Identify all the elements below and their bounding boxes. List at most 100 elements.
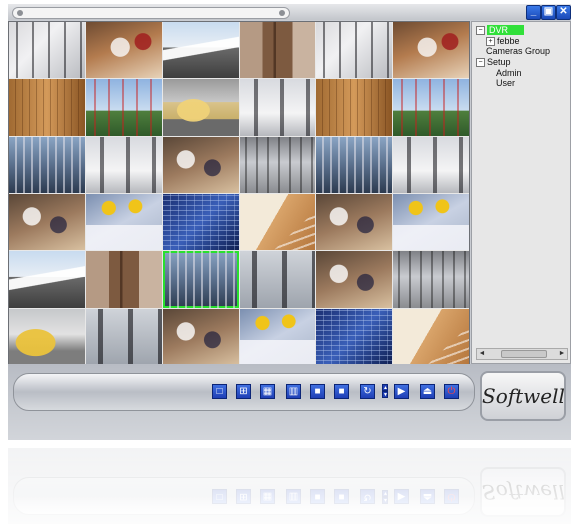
tree-item-cameras-group[interactable]: Cameras Group <box>486 46 550 56</box>
camera-tile[interactable] <box>393 193 469 251</box>
camera-tile[interactable] <box>85 136 162 193</box>
camera-feed-image <box>85 136 162 193</box>
camera-tile[interactable] <box>239 251 316 308</box>
control-toolbar: ▲ ▼ □ ⊞ ▦ ▥ ■ ■ ↻ ▶ ⏏ ⏻ <box>13 373 475 411</box>
camera-tile[interactable] <box>239 22 316 79</box>
camera-tile[interactable] <box>393 22 469 79</box>
camera-tile[interactable] <box>316 79 393 136</box>
camera-tile[interactable] <box>162 308 239 365</box>
tree-item-admin[interactable]: Admin <box>496 68 522 78</box>
camera-tile[interactable] <box>316 251 393 308</box>
camera-tile[interactable] <box>239 79 316 136</box>
camera-feed-image <box>316 308 393 365</box>
camera-feed-image <box>9 308 85 365</box>
restore-button[interactable]: ▣ <box>541 5 556 20</box>
tree-item-user[interactable]: User <box>496 78 515 88</box>
camera-tile[interactable] <box>162 79 239 136</box>
camera-feed-image <box>85 193 162 251</box>
camera-feed-image <box>85 308 162 365</box>
spinner-down-icon[interactable]: ▼ <box>382 391 388 398</box>
camera-tile[interactable] <box>239 136 316 193</box>
camera-tile[interactable] <box>85 193 162 251</box>
tree-item-label: febbe <box>497 36 520 46</box>
camera-tile[interactable] <box>316 22 393 79</box>
camera-feed-image <box>316 251 393 308</box>
camera-tile[interactable] <box>393 79 469 136</box>
collapse-icon[interactable]: − <box>476 26 485 36</box>
camera-feed-image <box>9 193 85 251</box>
camera-tile[interactable] <box>9 308 85 365</box>
camera-tile[interactable] <box>85 308 162 365</box>
layout-4x4-button[interactable]: ▥ <box>286 384 301 399</box>
camera-feed-image <box>9 136 85 193</box>
slider-right-dot-icon <box>279 10 285 16</box>
camera-feed-image <box>427 325 469 365</box>
camera-tile[interactable] <box>85 22 162 79</box>
camera-feed-image <box>9 251 85 308</box>
camera-tile[interactable] <box>162 22 239 79</box>
camera-tile[interactable] <box>9 22 85 79</box>
camera-feed-image <box>239 79 316 136</box>
camera-tile[interactable] <box>85 251 162 308</box>
camera-tile[interactable] <box>162 136 239 193</box>
spinner-up-icon[interactable]: ▲ <box>382 384 388 391</box>
camera-tile[interactable] <box>239 193 316 251</box>
scroll-right-icon[interactable]: ► <box>557 349 567 359</box>
camera-tile[interactable] <box>393 136 469 193</box>
close-button[interactable]: ✕ <box>556 5 571 20</box>
title-slider[interactable] <box>12 7 290 19</box>
camera-tile[interactable] <box>9 251 85 308</box>
record-button[interactable]: ⏏ <box>420 384 435 399</box>
camera-feed-image <box>85 251 162 308</box>
layout-3x3-button[interactable]: ▦ <box>260 384 275 399</box>
camera-feed-image <box>273 210 316 251</box>
camera-feed-image <box>162 22 239 79</box>
camera-grid <box>8 21 470 366</box>
tree-item-febbe[interactable]: + febbe <box>486 36 520 47</box>
tree-item-label: Admin <box>496 68 522 78</box>
camera-feed-image <box>85 79 162 136</box>
device-tree-panel: − DVR + febbe Cameras Group − Setup Admin U… <box>471 21 571 364</box>
rotate-icon: ↻ <box>363 386 372 397</box>
rotate-spinner[interactable]: ▲ ▼ <box>382 384 388 399</box>
layout-2x2-button[interactable]: ⊞ <box>236 384 251 399</box>
camera-feed-image <box>162 308 239 365</box>
layout-4x4-icon: ▥ <box>288 386 299 397</box>
layout-1x1-button[interactable]: □ <box>212 384 227 399</box>
layout-5x5-button[interactable]: ■ <box>310 384 325 399</box>
camera-tile[interactable] <box>9 193 85 251</box>
camera-feed-image <box>85 22 162 79</box>
camera-tile[interactable] <box>9 79 85 136</box>
tree-item-label: Setup <box>487 57 511 67</box>
camera-tile[interactable] <box>162 193 239 251</box>
camera-tile[interactable] <box>393 251 469 308</box>
camera-tile[interactable] <box>316 308 393 365</box>
camera-feed-image <box>316 79 393 136</box>
scroll-thumb[interactable] <box>501 350 547 358</box>
camera-feed-image <box>162 193 239 251</box>
layout-5x5-icon: ■ <box>314 386 321 397</box>
play-button[interactable]: ▶ <box>394 384 409 399</box>
camera-tile[interactable] <box>85 79 162 136</box>
horizontal-scrollbar[interactable]: ◄ ► <box>476 348 568 360</box>
scroll-left-icon[interactable]: ◄ <box>477 349 487 359</box>
camera-tile[interactable] <box>316 136 393 193</box>
tree-item-setup[interactable]: − Setup <box>476 57 511 68</box>
camera-tile[interactable] <box>162 251 239 308</box>
camera-tile[interactable] <box>9 136 85 193</box>
tree-item-dvr[interactable]: − DVR <box>476 25 525 36</box>
rotate-button[interactable]: ↻ <box>360 384 375 399</box>
camera-feed-image <box>316 193 393 251</box>
minimize-button[interactable]: _ <box>526 5 541 20</box>
control-area: ▲ ▼ □ ⊞ ▦ ▥ ■ ■ ↻ ▶ ⏏ ⏻ Softwell <box>8 364 571 440</box>
camera-feed-image <box>162 251 239 308</box>
tree-item-label: Cameras Group <box>486 46 551 56</box>
camera-tile[interactable] <box>316 193 393 251</box>
power-button[interactable]: ⏻ <box>444 384 459 399</box>
camera-tile[interactable] <box>239 308 316 365</box>
collapse-icon[interactable]: − <box>476 58 485 68</box>
layout-6x6-button[interactable]: ■ <box>334 384 349 399</box>
camera-feed-image <box>393 79 469 136</box>
expand-icon[interactable]: + <box>486 37 495 47</box>
camera-tile[interactable] <box>393 308 469 365</box>
